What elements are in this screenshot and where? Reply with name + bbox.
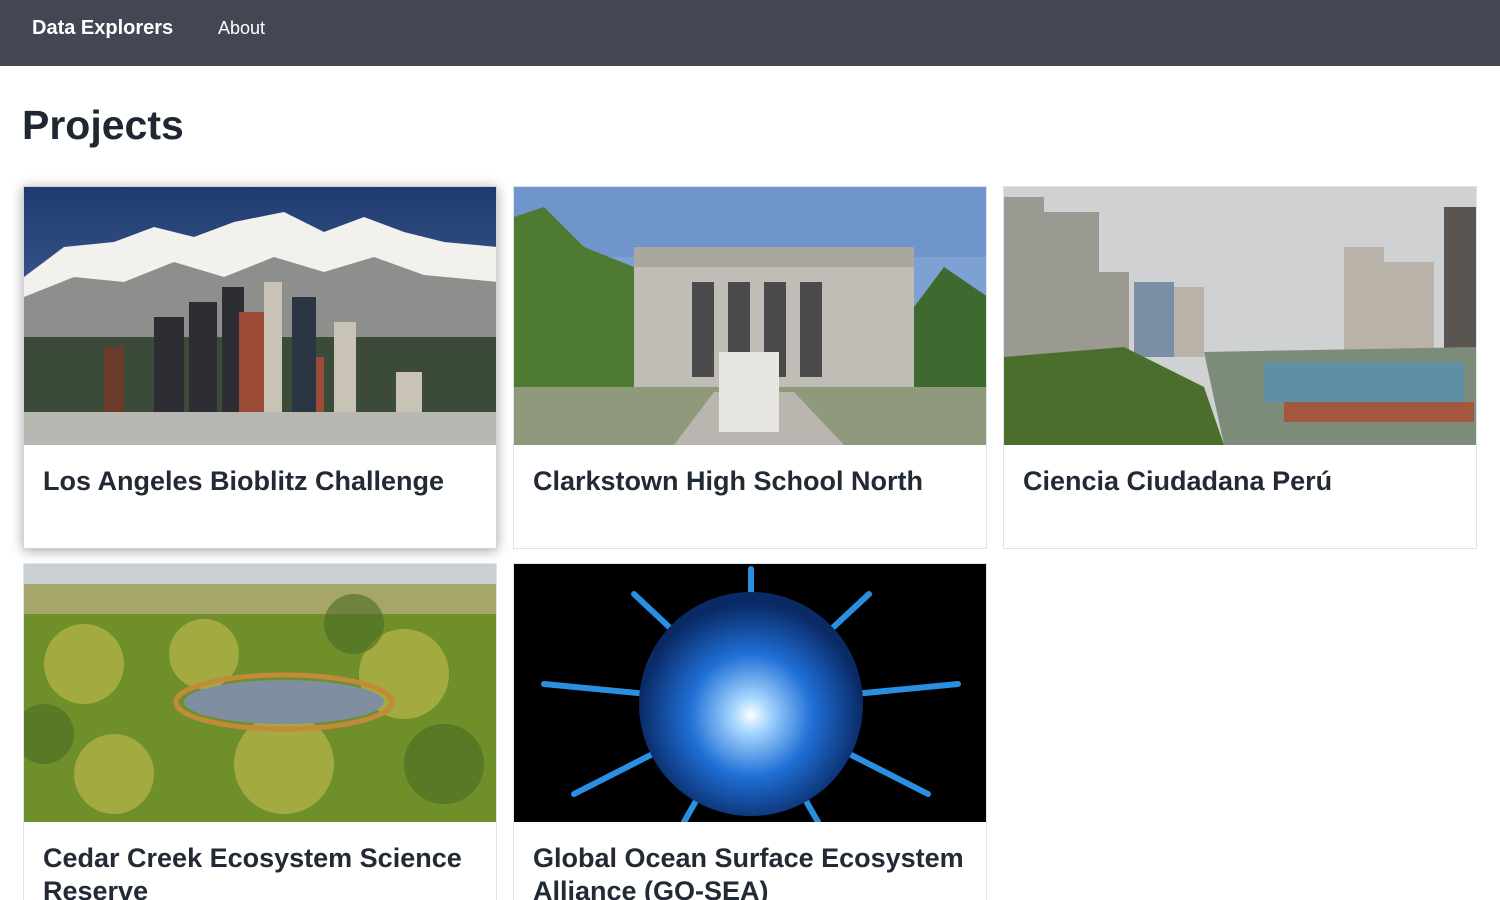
forest-lake-aerial-image [24, 564, 496, 822]
page-title: Projects [22, 102, 184, 148]
coastal-city-park-image [1004, 187, 1476, 445]
top-navbar: Data Explorers About [0, 0, 1500, 66]
blue-sea-creature-image [514, 564, 986, 822]
school-building-facade-image [514, 187, 986, 445]
project-card-clarkstown[interactable]: Clarkstown High School North [513, 186, 987, 549]
project-title: Cedar Creek Ecosystem Science Reserve [43, 843, 462, 900]
project-card-los-angeles[interactable]: Los Angeles Bioblitz Challenge [23, 186, 497, 549]
project-title: Los Angeles Bioblitz Challenge [43, 466, 445, 496]
project-title: Ciencia Ciudadana Perú [1023, 466, 1333, 496]
project-card-go-sea[interactable]: Global Ocean Surface Ecosystem Alliance … [513, 563, 987, 900]
brand-link[interactable]: Data Explorers [32, 17, 173, 40]
project-title: Clarkstown High School North [533, 466, 924, 496]
project-title: Global Ocean Surface Ecosystem Alliance … [533, 843, 964, 900]
city-skyline-with-snowy-mountains-image [24, 187, 496, 445]
nav-link-about[interactable]: About [218, 18, 265, 39]
project-card-cedar-creek[interactable]: Cedar Creek Ecosystem Science Reserve [23, 563, 497, 900]
project-card-peru[interactable]: Ciencia Ciudadana Perú [1003, 186, 1477, 549]
